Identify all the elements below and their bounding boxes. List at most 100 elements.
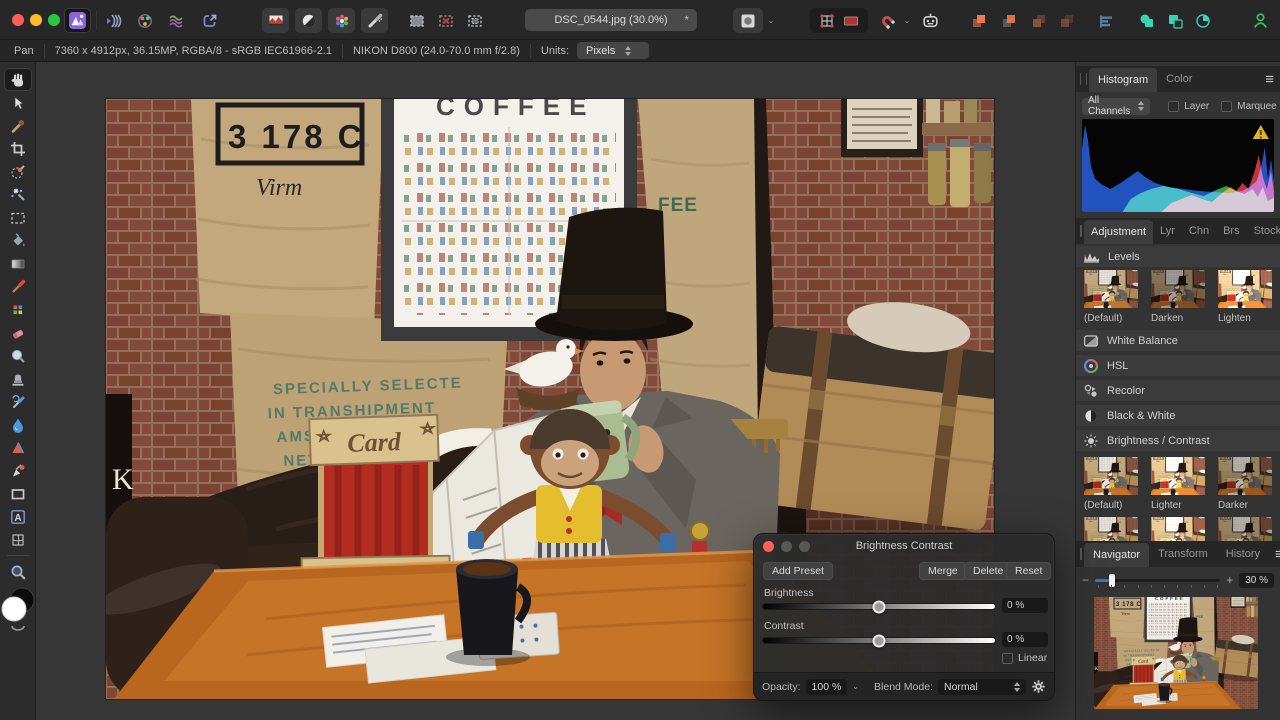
- preset-levels-darken[interactable]: Darken: [1151, 270, 1205, 326]
- tab-adjustment[interactable]: Adjustment: [1084, 220, 1153, 244]
- layer-checkbox-group[interactable]: Layer: [1168, 101, 1209, 112]
- tab-navigator[interactable]: Navigator: [1084, 543, 1149, 567]
- add-preset-button[interactable]: Add Preset: [763, 562, 833, 580]
- marquee-checkbox[interactable]: [1221, 101, 1232, 112]
- window-zoom-button[interactable]: [48, 14, 60, 26]
- snapping-button[interactable]: [874, 8, 900, 33]
- navigator-preview[interactable]: [1094, 597, 1258, 709]
- tab-histogram[interactable]: Histogram: [1089, 68, 1157, 92]
- dialog-close-button[interactable]: [763, 541, 774, 552]
- color-picker-tool[interactable]: [4, 114, 32, 137]
- contrast-slider[interactable]: [763, 638, 995, 643]
- dialog-zoom-button[interactable]: [799, 541, 810, 552]
- merge-button[interactable]: Merge: [919, 562, 967, 580]
- window-close-button[interactable]: [12, 14, 24, 26]
- preset-bc-lighter[interactable]: Lighter: [1151, 457, 1205, 513]
- view-tool[interactable]: [4, 68, 32, 91]
- mask-preview-button[interactable]: [733, 8, 763, 33]
- auto-contrast-button[interactable]: [295, 8, 322, 33]
- dodge-brush-tool[interactable]: [4, 344, 32, 367]
- selection-brush-tool[interactable]: [4, 160, 32, 183]
- auto-levels-button[interactable]: [262, 8, 289, 33]
- channel-stepper[interactable]: [1138, 101, 1144, 111]
- marquee-checkbox-group[interactable]: Marquee: [1221, 101, 1276, 112]
- linear-checkbox-group[interactable]: Linear: [1002, 652, 1047, 664]
- brightness-slider-thumb[interactable]: [873, 600, 886, 613]
- invert-selection-button[interactable]: [462, 8, 488, 33]
- adjustment-black-white-row[interactable]: Black & White: [1076, 405, 1280, 426]
- tone-mapping-persona-button[interactable]: [164, 8, 190, 33]
- brightness-slider[interactable]: [763, 604, 995, 609]
- units-dropdown[interactable]: Pixels: [577, 42, 649, 59]
- mask-preview-dropdown[interactable]: ⌄: [764, 8, 778, 33]
- adjustment-hsl-row[interactable]: HSL: [1076, 355, 1280, 376]
- adjustment-levels-row[interactable]: Levels: [1076, 246, 1280, 267]
- move-to-front-button[interactable]: [966, 8, 992, 33]
- units-stepper[interactable]: [625, 46, 631, 56]
- brightness-value[interactable]: 0 %: [1002, 598, 1048, 613]
- adjustment-white-balance-row[interactable]: White Balance: [1076, 330, 1280, 351]
- contrast-value[interactable]: 0 %: [1002, 632, 1048, 647]
- text-tool[interactable]: A: [4, 505, 32, 528]
- preset-levels-default[interactable]: (Default): [1084, 270, 1138, 326]
- liquify-persona-button[interactable]: [100, 8, 126, 33]
- dialog-minimize-button[interactable]: [781, 541, 792, 552]
- color-selector[interactable]: [1, 585, 35, 631]
- zoom-in-button[interactable]: +: [1226, 573, 1233, 587]
- preset-partial[interactable]: [1084, 517, 1138, 541]
- panel-grip[interactable]: [1080, 73, 1087, 85]
- layer-checkbox[interactable]: [1168, 101, 1179, 112]
- shape-tool[interactable]: [4, 482, 32, 505]
- move-backward-button[interactable]: [1026, 8, 1052, 33]
- preset-bc-default[interactable]: (Default): [1084, 457, 1138, 513]
- undo-brush-tool[interactable]: [4, 390, 32, 413]
- clone-stamp-tool[interactable]: [4, 367, 32, 390]
- adjustment-brightness-contrast-row[interactable]: Brightness / Contrast: [1076, 430, 1280, 451]
- mesh-warp-tool[interactable]: [4, 528, 32, 551]
- move-forward-button[interactable]: [996, 8, 1022, 33]
- pen-tool[interactable]: [4, 459, 32, 482]
- panel-menu-icon[interactable]: ≡: [1259, 66, 1280, 92]
- snapping-dropdown[interactable]: ⌄: [900, 8, 914, 33]
- gradient-tool[interactable]: [4, 252, 32, 275]
- brightness-contrast-dialog[interactable]: Brightness Contrast Add Preset Merge Del…: [753, 533, 1055, 701]
- transform-grid-icon[interactable]: [818, 12, 836, 30]
- sharpen-tool[interactable]: [4, 436, 32, 459]
- auto-colors-button[interactable]: [328, 8, 355, 33]
- gear-icon[interactable]: [1031, 679, 1046, 694]
- paint-brush-tool[interactable]: [4, 275, 32, 298]
- tab-brushes[interactable]: Brs: [1216, 218, 1247, 244]
- preset-bc-darker[interactable]: Darker: [1218, 457, 1272, 513]
- pixel-tool[interactable]: [4, 298, 32, 321]
- zoom-value[interactable]: 30 %: [1239, 573, 1274, 588]
- preset-partial[interactable]: [1151, 517, 1205, 541]
- linear-checkbox[interactable]: [1002, 653, 1013, 664]
- preset-partial[interactable]: [1218, 517, 1272, 541]
- blur-tool[interactable]: [4, 413, 32, 436]
- geometry-add-button[interactable]: [1134, 8, 1160, 33]
- assistant-button[interactable]: [916, 8, 944, 33]
- flood-select-tool[interactable]: [4, 183, 32, 206]
- deselect-button[interactable]: [433, 8, 459, 33]
- move-tool[interactable]: [4, 91, 32, 114]
- document-tab[interactable]: DSC_0544.jpg (30.0%) *: [525, 9, 697, 31]
- contrast-slider-thumb[interactable]: [873, 634, 886, 647]
- reset-button[interactable]: Reset: [1006, 562, 1051, 580]
- select-all-button[interactable]: [404, 8, 430, 33]
- opacity-value[interactable]: 100 %: [806, 679, 848, 695]
- tab-history[interactable]: History: [1217, 541, 1269, 567]
- move-to-back-button[interactable]: [1054, 8, 1080, 33]
- blend-mode-stepper[interactable]: [1014, 682, 1020, 692]
- marquee-tool[interactable]: [4, 206, 32, 229]
- alignment-button[interactable]: [1094, 8, 1120, 33]
- auto-white-balance-button[interactable]: [361, 8, 388, 33]
- photo-persona-button[interactable]: [64, 8, 91, 33]
- zoom-tool[interactable]: [4, 560, 32, 583]
- zoom-out-button[interactable]: −: [1082, 573, 1089, 587]
- panel-grip[interactable]: [1080, 548, 1082, 560]
- tab-transform[interactable]: Transform: [1149, 541, 1217, 567]
- panel-grip[interactable]: [1080, 225, 1082, 237]
- export-persona-button[interactable]: [197, 8, 223, 33]
- flood-fill-tool[interactable]: [4, 229, 32, 252]
- tab-stock[interactable]: Stock: [1247, 218, 1280, 244]
